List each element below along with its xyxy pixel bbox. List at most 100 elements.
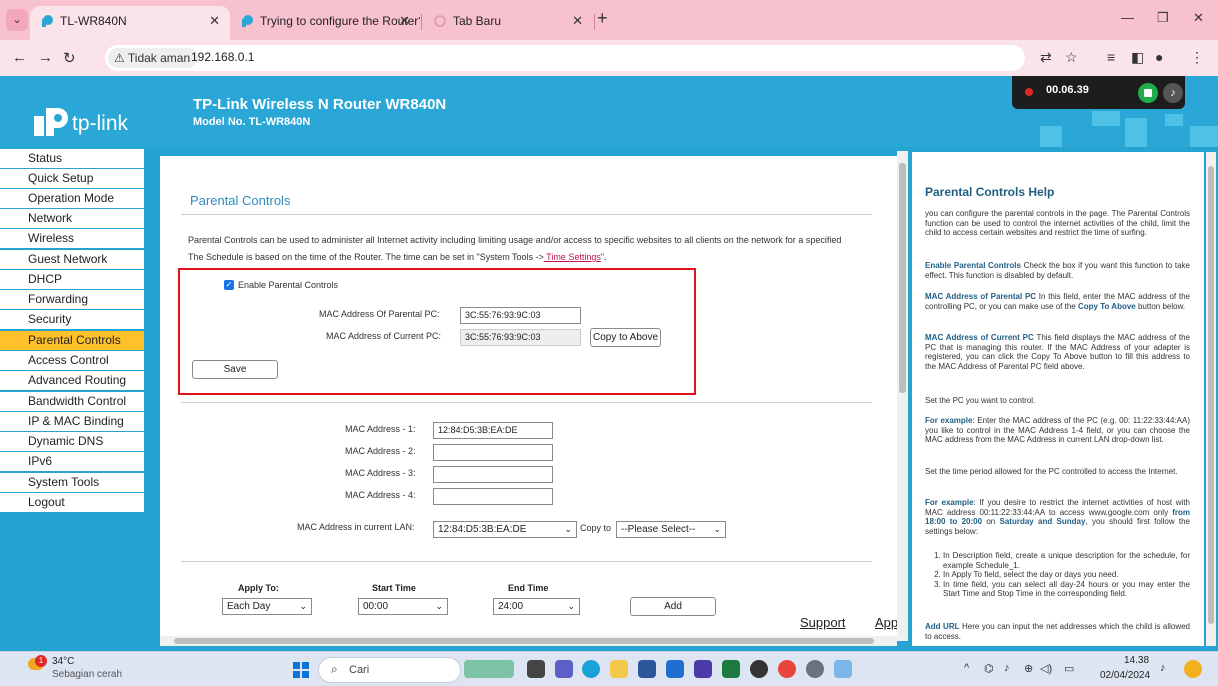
tab-search-chevron-icon[interactable]: ⌄ (6, 9, 28, 31)
minimize-icon[interactable]: — (1121, 10, 1134, 25)
store-icon[interactable] (666, 660, 684, 678)
menu-item-dynamic-dns[interactable]: Dynamic DNS (0, 432, 144, 451)
tab-tl-wr840n[interactable]: TL-WR840N ✕ (30, 6, 230, 40)
search-icon: ⌕ (331, 662, 338, 676)
save-button[interactable]: Save (192, 360, 278, 379)
task-view-icon[interactable] (527, 660, 545, 678)
notification-bell-icon[interactable]: ♪ (1160, 662, 1166, 674)
start-time-select[interactable]: 00:00 ⌄ (358, 598, 448, 615)
edge-icon[interactable] (582, 660, 600, 678)
show-hidden-icons-chevron-icon[interactable]: ^ (964, 662, 969, 674)
menu-item-advanced-routing[interactable]: Advanced Routing (0, 371, 144, 390)
app-icon[interactable] (750, 660, 768, 678)
mac-address-2-field[interactable] (433, 444, 553, 461)
apply-to-select[interactable]: Each Day ⌄ (222, 598, 312, 615)
copilot-icon[interactable] (1184, 660, 1202, 678)
mac-address-4-field[interactable] (433, 488, 553, 505)
menu-item-system-tools[interactable]: System Tools (0, 473, 144, 492)
mac-current-lan-select[interactable]: 12:84:D5:3B:EA:DE ⌄ (433, 521, 577, 538)
teams-icon[interactable] (555, 660, 573, 678)
close-window-icon[interactable]: ✕ (1193, 10, 1204, 26)
clock-time[interactable]: 14.38 (1124, 655, 1149, 666)
weather-temperature[interactable]: 34°C (52, 656, 74, 667)
close-tab-icon[interactable]: ✕ (572, 6, 583, 36)
url-text[interactable]: 192.168.0.1 (191, 50, 254, 64)
menu-item-logout[interactable]: Logout (0, 493, 144, 512)
warning-triangle-icon: ⚠ (114, 51, 125, 65)
enable-parental-controls-checkbox[interactable]: ✓ (224, 280, 234, 290)
volume-icon[interactable]: ◁) (1040, 662, 1052, 675)
app-link[interactable]: App (875, 615, 897, 630)
address-bar[interactable]: ⚠ Tidak aman 192.168.0.1 (105, 45, 1025, 71)
forward-arrow-icon[interactable]: → (38, 49, 53, 66)
mac-parental-pc-field[interactable]: 3C:55:76:93:9C:03 (460, 307, 581, 324)
chrome-icon[interactable] (778, 660, 796, 678)
stop-recording-button[interactable] (1138, 83, 1158, 103)
add-button[interactable]: Add (630, 597, 716, 616)
main-horizontal-scrollbar[interactable] (160, 636, 897, 646)
translate-icon[interactable]: ⇄ (1040, 49, 1052, 66)
menu-item-ip-mac-binding[interactable]: IP & MAC Binding (0, 412, 144, 431)
profile-avatar-icon[interactable]: ● (1155, 49, 1163, 65)
help-vertical-scrollbar[interactable] (1206, 152, 1216, 646)
microphone-icon[interactable]: ♪ (1163, 83, 1183, 103)
more-menu-icon[interactable]: ⋮ (1190, 49, 1204, 66)
menu-item-forwarding[interactable]: Forwarding (0, 290, 144, 309)
close-tab-icon[interactable]: ✕ (399, 6, 410, 36)
side-panel-icon[interactable]: ◧ (1131, 49, 1144, 66)
divider (181, 402, 872, 403)
menu-item-quick-setup[interactable]: Quick Setup (0, 169, 144, 188)
mac-address-1-field[interactable]: 12:84:D5:3B:EA:DE (433, 422, 553, 439)
scrollbar-thumb[interactable] (174, 638, 874, 644)
bookmark-star-icon[interactable]: ☆ (1065, 49, 1078, 66)
time-settings-link[interactable]: Time Settings (544, 252, 601, 262)
menu-item-wireless[interactable]: Wireless (0, 229, 144, 248)
help-term: For example (925, 416, 973, 425)
menu-item-dhcp[interactable]: DHCP (0, 270, 144, 289)
restore-icon[interactable]: ❐ (1157, 10, 1169, 26)
language-icon[interactable]: ⊕ (1024, 662, 1033, 675)
reload-icon[interactable]: ↻ (63, 49, 76, 67)
help-paragraph: you can configure the parental controls … (925, 209, 1190, 237)
word-icon[interactable] (638, 660, 656, 678)
weather-description[interactable]: Sebagian cerah (52, 669, 122, 680)
mac-address-3-field[interactable] (433, 466, 553, 483)
network-icon[interactable]: ⌬ (984, 662, 994, 675)
menu-item-parental-controls[interactable]: Parental Controls (0, 331, 144, 350)
excel-icon[interactable] (722, 660, 740, 678)
reading-list-icon[interactable]: ≡ (1107, 49, 1115, 65)
end-time-select[interactable]: 24:00 ⌄ (493, 598, 580, 615)
battery-icon[interactable]: ▭ (1064, 662, 1074, 675)
widgets-icon[interactable] (464, 660, 514, 678)
support-link[interactable]: Support (800, 615, 846, 630)
scrollbar-thumb[interactable] (899, 163, 906, 393)
copy-to-above-button[interactable]: Copy to Above (590, 328, 661, 347)
router-header: tp-link TP-Link Wireless N Router WR840N… (0, 76, 1218, 147)
menu-item-access-control[interactable]: Access Control (0, 351, 144, 370)
menu-item-ipv6[interactable]: IPv6 (0, 452, 144, 471)
clock-date[interactable]: 02/04/2024 (1100, 670, 1150, 681)
settings-gear-icon[interactable] (806, 660, 824, 678)
microphone-tray-icon[interactable]: ♪ (1004, 662, 1010, 674)
file-explorer-icon[interactable] (610, 660, 628, 678)
taskbar-search[interactable]: ⌕ Cari (318, 657, 461, 683)
menu-item-bandwidth-control[interactable]: Bandwidth Control (0, 392, 144, 411)
tab-tab-baru[interactable]: Tab Baru ✕ (423, 6, 593, 40)
tab-trying-to-configure[interactable]: Trying to configure the Router? ✕ (230, 6, 420, 40)
mac-address-1-label: MAC Address - 1: (345, 424, 416, 434)
menu-item-status[interactable]: Status (0, 149, 144, 168)
main-vertical-scrollbar[interactable] (897, 151, 908, 641)
windows-start-icon[interactable] (293, 662, 309, 678)
menu-item-guest-network[interactable]: Guest Network (0, 250, 144, 269)
scrollbar-thumb[interactable] (1208, 166, 1214, 624)
close-tab-icon[interactable]: ✕ (209, 6, 220, 36)
site-security-chip[interactable]: ⚠ Tidak aman (108, 48, 199, 68)
menu-item-security[interactable]: Security (0, 310, 144, 329)
new-tab-plus-icon[interactable]: + (597, 8, 608, 29)
back-arrow-icon[interactable]: ← (12, 49, 27, 66)
menu-item-operation-mode[interactable]: Operation Mode (0, 189, 144, 208)
clipchamp-icon[interactable] (694, 660, 712, 678)
menu-item-network[interactable]: Network (0, 209, 144, 228)
snipping-tool-icon[interactable] (834, 660, 852, 678)
copy-to-select[interactable]: --Please Select-- ⌄ (616, 521, 726, 538)
